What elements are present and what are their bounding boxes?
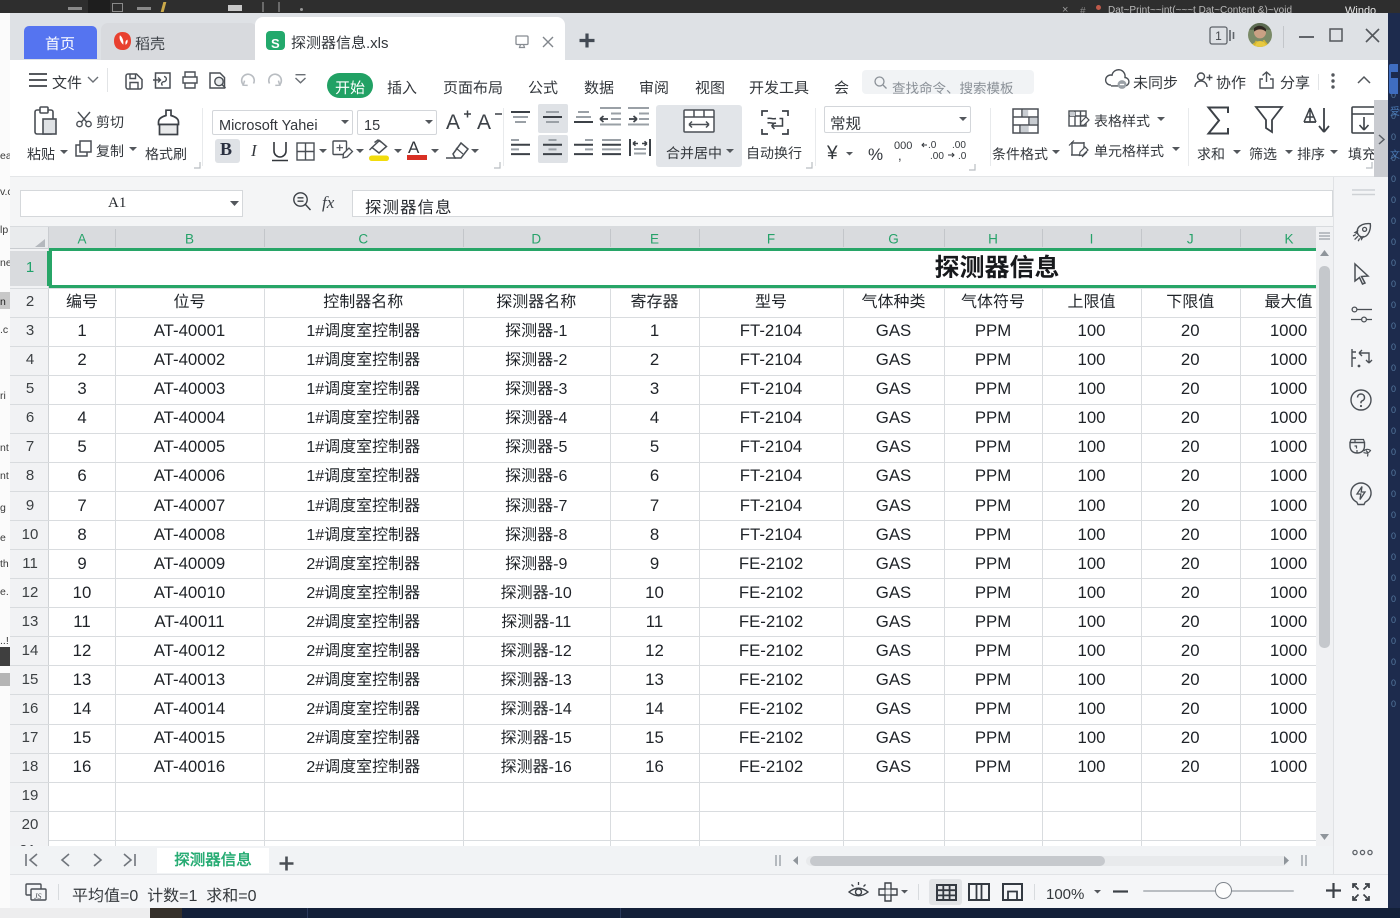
svg-text:.00: .00 xyxy=(952,140,966,151)
svg-text:.0: .0 xyxy=(928,140,937,151)
svg-text:A: A xyxy=(408,138,420,157)
svg-text:JS: JS xyxy=(34,892,42,901)
svg-text:A: A xyxy=(446,111,460,134)
svg-text:.00: .00 xyxy=(930,151,944,162)
svg-text:1: 1 xyxy=(1215,29,1222,43)
svg-text:A: A xyxy=(477,111,491,134)
svg-text:,: , xyxy=(898,148,902,163)
svg-text:.0: .0 xyxy=(958,151,967,162)
svg-text:000: 000 xyxy=(894,140,912,152)
